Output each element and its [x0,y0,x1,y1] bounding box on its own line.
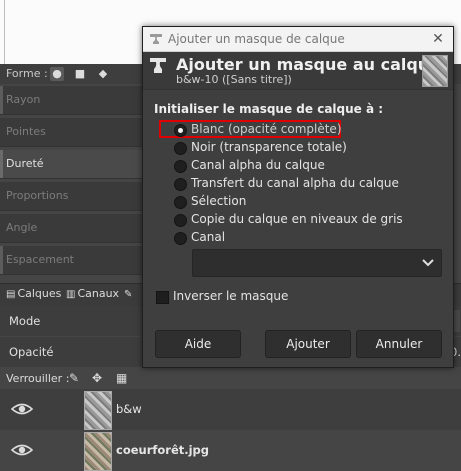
radio-button[interactable] [174,124,187,137]
dialog-heading: Ajouter un masque au calque [176,55,441,74]
layer-thumbnail [84,391,112,430]
lock-position-icon[interactable]: ✥ [92,371,102,385]
lock-row: Verrouiller : ✎ ✥ ▦ [0,370,461,388]
radio-button[interactable] [174,232,187,245]
invert-mask-label: Inverser le masque [173,289,289,303]
option-durete[interactable]: Dureté [0,150,150,179]
lock-label: Verrouiller : [6,372,70,385]
layer-name: b&w [116,402,142,416]
gimp-mask-icon [150,34,162,44]
circle-brush-icon[interactable]: ● [50,67,64,81]
layer-preview-thumbnail [422,55,448,87]
channels-icon: ▥ [66,289,76,300]
layer-row[interactable]: coeurforêt.jpg [0,430,461,471]
channel-select[interactable] [192,249,442,277]
paths-icon: ✎ [124,289,133,300]
cancel-button[interactable]: Annuler [356,330,442,358]
diamond-brush-icon[interactable]: ◆ [96,67,110,81]
tab-canaux[interactable]: ▥ Canaux [66,287,119,303]
option-angle[interactable]: Angle [0,214,150,243]
layer-name: coeurforêt.jpg [116,443,210,457]
radio-button[interactable] [174,214,187,227]
square-brush-icon[interactable]: ■ [73,67,87,81]
dialog-titlebar[interactable]: Ajouter un masque de calque ✕ [143,27,453,52]
layer-mask-icon [150,58,166,73]
close-icon[interactable]: ✕ [427,30,449,48]
invert-mask-checkbox[interactable] [156,291,169,304]
eye-icon[interactable] [11,441,33,459]
layer-row[interactable]: b&w [0,389,461,430]
layer-thumbnail [84,432,112,471]
option-rayon[interactable]: Rayon [0,86,150,115]
help-button[interactable]: Aide [155,330,241,358]
dialog-subheading: b&w-10 ([Sans titre]) [176,73,292,86]
dialog-header: Ajouter un masque au calque b&w-10 ([San… [143,52,453,90]
eye-icon[interactable] [11,400,33,418]
radio-button[interactable] [174,142,187,155]
forme-label: Forme : [6,67,48,80]
layers-icon: ▤ [6,289,16,300]
window-title: Ajouter un masque de calque [168,32,345,46]
add-layer-mask-dialog: Ajouter un masque de calque ✕ Ajouter un… [142,26,454,368]
tab-calques[interactable]: ▤ Calques [6,287,61,303]
init-mask-section-title: Initialiser le masque de calque à : [154,102,384,116]
radio-button[interactable] [174,196,187,209]
option-espacement[interactable]: Espacement [0,246,150,275]
lock-alpha-icon[interactable]: ▦ [116,371,127,385]
option-pointes[interactable]: Pointes [0,118,150,147]
add-button[interactable]: Ajouter [265,330,351,358]
radio-button[interactable] [174,178,187,191]
radio-button[interactable] [174,160,187,173]
tab-paths[interactable]: ✎ [124,287,134,303]
chevron-down-icon [422,259,434,267]
lock-pixels-icon[interactable]: ✎ [69,371,79,385]
option-proportions[interactable]: Proportions [0,182,150,211]
